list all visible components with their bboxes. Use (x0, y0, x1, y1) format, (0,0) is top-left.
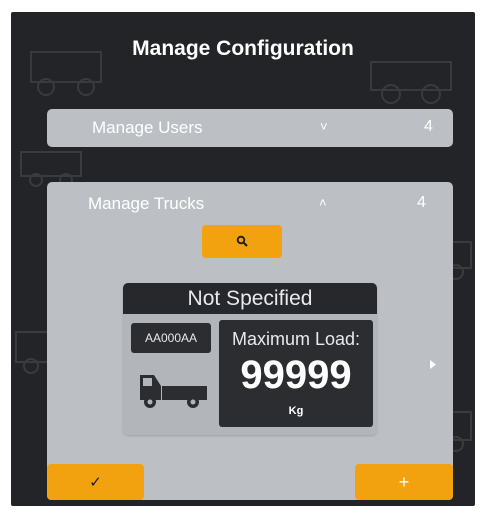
page-title: Manage Configuration (132, 37, 354, 60)
app-window: Manage Configuration Manage Users ˅ 4 Ma… (11, 12, 475, 506)
truck-icon (140, 375, 207, 408)
max-load-label: Maximum Load: (231, 329, 361, 349)
truck-card-header: Not Specified (123, 283, 377, 314)
max-load-value: 99999 (240, 353, 352, 397)
confirm-button[interactable]: ✓ (47, 464, 144, 500)
truck-card[interactable]: Not Specified AA000AA Maximum Load: 9999… (123, 283, 377, 435)
max-load-panel: Maximum Load: 99999 Kg (219, 320, 373, 427)
chevron-right-icon[interactable] (430, 360, 436, 369)
truck-name: Not Specified (187, 287, 313, 310)
max-load-unit: Kg (288, 405, 304, 417)
section-trucks-count: 4 (417, 194, 426, 211)
section-users-count: 4 (424, 118, 433, 135)
section-manage-trucks: Manage Trucks ˄ 4 Not Specified AA000AA … (47, 182, 453, 500)
search-icon (236, 235, 248, 247)
section-manage-users[interactable]: Manage Users ˅ 4 (47, 109, 453, 147)
add-truck-button[interactable]: + (355, 464, 453, 500)
section-trucks-label[interactable]: Manage Trucks (88, 194, 204, 214)
search-button[interactable] (202, 225, 282, 258)
license-plate: AA000AA (131, 323, 211, 353)
section-users-label: Manage Users (92, 118, 203, 137)
chevron-down-icon[interactable]: ˅ (320, 119, 328, 134)
chevron-up-icon[interactable]: ˄ (319, 195, 327, 210)
